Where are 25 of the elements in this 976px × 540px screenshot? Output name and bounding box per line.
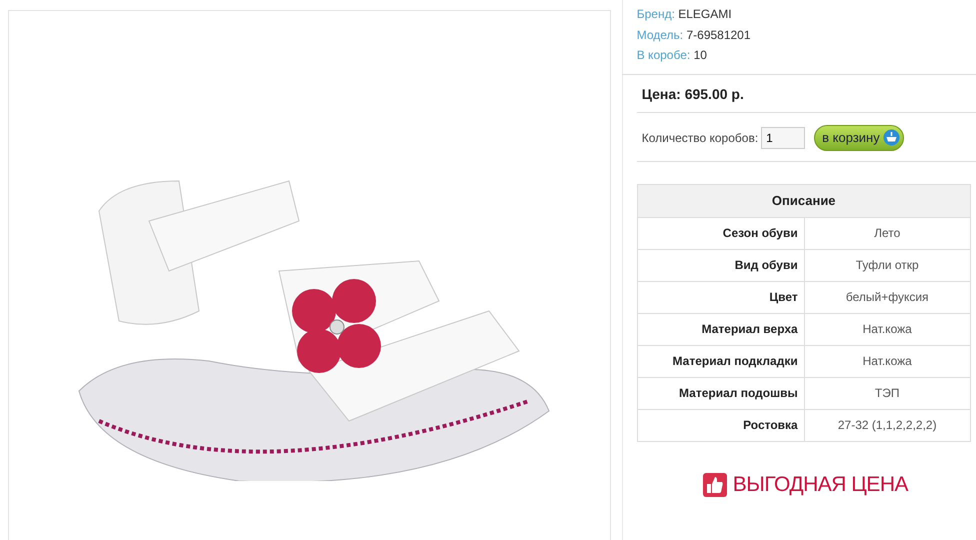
table-header: Описание	[637, 184, 970, 217]
product-attribute: Модель: 7-69581201	[636, 26, 752, 44]
table-cell: Материал подкладки	[637, 345, 804, 377]
thumbs-up-icon	[702, 472, 727, 496]
table-cell: Нат.кожа	[804, 313, 970, 345]
table-cell: Нат.кожа	[804, 345, 970, 377]
product-attribute: Бренд: ELEGAMI	[636, 6, 733, 23]
table-cell: Лето	[804, 217, 970, 249]
table-cell: 27-32 (1,1,2,2,2,2)	[804, 409, 970, 441]
add-to-cart-button[interactable]: в корзину	[814, 124, 904, 150]
quantity-label: Количество коробов:	[642, 130, 758, 144]
quantity-input[interactable]: 1	[761, 126, 806, 148]
promo-label: ВЫГОДНАЯ ЦЕНА	[732, 472, 908, 496]
table-cell: Цвет	[637, 281, 804, 313]
basket-icon	[882, 129, 900, 146]
table-cell: белый+фуксия	[804, 281, 970, 313]
table-cell: Материал верха	[637, 313, 804, 345]
table-cell: Ростовка	[637, 409, 804, 441]
table-cell: Туфли откр	[804, 249, 970, 281]
table-cell: Вид обуви	[637, 249, 804, 281]
table-cell: Материал подошвы	[637, 377, 804, 409]
table-cell: Сезон обуви	[637, 217, 804, 249]
product-attribute: В коробе: 10	[636, 47, 708, 64]
table-cell: ТЭП	[804, 377, 970, 409]
price: Цена: 695.00 р.	[636, 74, 976, 112]
